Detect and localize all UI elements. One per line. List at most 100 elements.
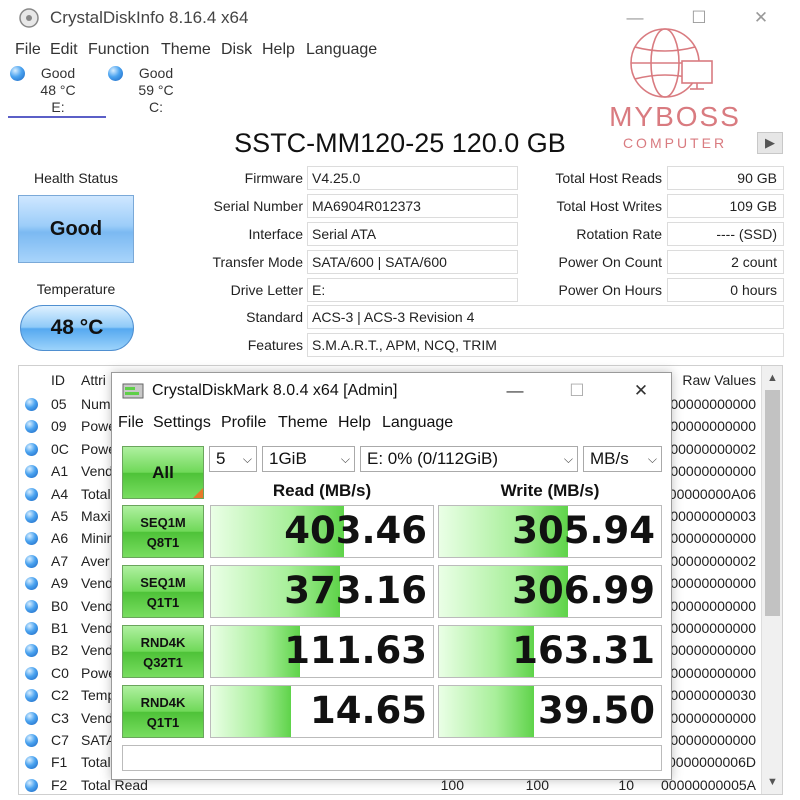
- read-result-2: 373.16: [210, 565, 434, 618]
- selected-tab-indicator: [8, 116, 106, 118]
- test-queue-label: Q32T1: [143, 655, 183, 670]
- cdi-window-title: CrystalDiskInfo 8.16.4 x64: [50, 8, 249, 27]
- run-test-button-4[interactable]: RND4K Q1T1: [122, 685, 204, 738]
- cdi-menu-theme[interactable]: Theme: [161, 41, 211, 59]
- crystaldiskmark-window: CrystalDiskMark 8.0.4 x64 [Admin] — ☐ ✕ …: [111, 372, 672, 780]
- read-speed-value: 111.63: [284, 629, 427, 672]
- read-result-1: 403.46: [210, 505, 434, 558]
- test-queue-label: Q1T1: [146, 595, 180, 610]
- smart-id: 09: [51, 418, 67, 435]
- unit-select[interactable]: MB/s ⌵: [583, 446, 662, 472]
- health-status-label: Health Status: [33, 170, 119, 186]
- read-column-header: Read (MB/s): [272, 481, 372, 500]
- run-all-label: All: [152, 463, 174, 482]
- cdi-menu-file[interactable]: File: [15, 41, 41, 59]
- cdm-menu-settings[interactable]: Settings: [153, 414, 211, 432]
- disk-tab-letter: C:: [149, 99, 163, 115]
- cdm-minimize-button[interactable]: —: [500, 379, 530, 403]
- status-good-icon: [25, 711, 38, 725]
- disk-tab-temp: 48 °C: [40, 82, 76, 98]
- chevron-down-icon: ⌵: [340, 452, 350, 466]
- status-good-icon: [25, 465, 38, 479]
- cdm-menu-file[interactable]: File: [118, 414, 144, 432]
- cdm-menubar: File Settings Profile Theme Help Languag…: [112, 413, 671, 435]
- test-size-select[interactable]: 1GiB ⌵: [262, 446, 355, 472]
- status-good-icon: [25, 510, 38, 523]
- features-label: Features: [247, 337, 303, 353]
- cdm-maximize-button[interactable]: ☐: [562, 379, 592, 403]
- cdm-menu-help[interactable]: Help: [338, 414, 371, 432]
- write-result-3: 163.31: [438, 625, 662, 678]
- features-value: S.M.A.R.T., APM, NCQ, TRIM: [307, 333, 784, 357]
- column-header-id[interactable]: ID: [51, 372, 65, 388]
- chevron-down-icon: ⌵: [242, 452, 252, 466]
- target-drive-value: E: 0% (0/112GiB): [367, 449, 499, 468]
- status-good-icon: [25, 599, 38, 613]
- write-speed-value: 39.50: [537, 689, 655, 732]
- health-status-button[interactable]: Good: [18, 195, 134, 263]
- target-drive-select[interactable]: E: 0% (0/112GiB) ⌵: [360, 446, 578, 472]
- write-speed-bar: [439, 686, 535, 737]
- smart-id: C2: [51, 687, 69, 704]
- smart-scrollbar[interactable]: ▲ ▼: [761, 366, 782, 794]
- run-test-button-2[interactable]: SEQ1M Q1T1: [122, 565, 204, 618]
- temperature-label: Temperature: [36, 281, 116, 297]
- read-speed-bar: [211, 686, 291, 737]
- logo-wordmark: MYBOSS: [609, 101, 741, 132]
- test-type-label: RND4K: [140, 695, 186, 710]
- firmware-value: V4.25.0: [307, 166, 518, 190]
- smart-id: B1: [51, 620, 69, 636]
- myboss-logo: MYBOSS COMPUTER: [590, 25, 760, 155]
- smart-id: A9: [51, 575, 69, 592]
- total-host-reads-value: 90 GB: [667, 166, 784, 190]
- smart-id: A4: [51, 485, 69, 502]
- run-test-button-3[interactable]: RND4K Q32T1: [122, 625, 204, 678]
- standard-label: Standard: [246, 309, 303, 325]
- scroll-up-icon[interactable]: ▲: [762, 368, 782, 388]
- smart-id: B0: [51, 597, 69, 614]
- disk-tab-c[interactable]: Good 59 °C C:: [106, 62, 196, 118]
- interface-label: Interface: [248, 226, 303, 242]
- transfer-mode-value: SATA/600 | SATA/600: [307, 250, 518, 274]
- total-host-writes-label: Total Host Writes: [556, 198, 662, 214]
- interface-value: Serial ATA: [307, 222, 518, 246]
- status-good-icon: [25, 532, 38, 546]
- run-all-button[interactable]: All: [122, 446, 204, 499]
- power-on-hours-label: Power On Hours: [558, 282, 662, 298]
- test-count-select[interactable]: 5 ⌵: [209, 446, 257, 472]
- unit-value: MB/s: [590, 449, 629, 468]
- cdm-menu-theme[interactable]: Theme: [278, 414, 328, 432]
- disk-tab-temp: 59 °C: [138, 82, 174, 98]
- temperature-button[interactable]: 48 °C: [20, 305, 134, 351]
- cdi-menu-edit[interactable]: Edit: [50, 41, 78, 59]
- run-test-button-1[interactable]: SEQ1M Q8T1: [122, 505, 204, 558]
- globe-monitor-icon: [630, 28, 713, 98]
- read-speed-value: 373.16: [284, 569, 427, 612]
- cdi-menu-help[interactable]: Help: [262, 41, 295, 59]
- cdm-menu-profile[interactable]: Profile: [221, 414, 266, 432]
- test-type-label: SEQ1M: [140, 575, 186, 590]
- disk-tab-e[interactable]: Good 48 °C E:: [8, 62, 98, 118]
- scroll-thumb[interactable]: [765, 390, 780, 616]
- status-good-icon: [10, 66, 25, 81]
- scroll-down-icon[interactable]: ▼: [762, 772, 782, 792]
- smart-id: C0: [51, 664, 69, 681]
- cdi-menu-disk[interactable]: Disk: [221, 41, 252, 59]
- write-speed-value: 305.94: [512, 509, 655, 552]
- rotation-rate-value: ---- (SSD): [667, 222, 784, 246]
- chevron-down-icon: ⌵: [563, 452, 573, 466]
- cdm-close-button[interactable]: ✕: [626, 379, 656, 403]
- cdm-window-title: CrystalDiskMark 8.0.4 x64 [Admin]: [152, 382, 398, 399]
- status-good-icon: [25, 442, 38, 456]
- next-disk-button[interactable]: ▶: [757, 132, 783, 154]
- cdm-menu-language[interactable]: Language: [382, 414, 453, 432]
- drive-title: SSTC-MM120-25 120.0 GB: [234, 128, 566, 158]
- cdi-menu-language[interactable]: Language: [306, 41, 377, 59]
- cdi-menu-function[interactable]: Function: [88, 41, 149, 59]
- comment-input[interactable]: [122, 745, 662, 771]
- total-host-reads-label: Total Host Reads: [555, 170, 662, 186]
- status-good-icon: [25, 554, 38, 568]
- column-header-attribute[interactable]: Attri: [81, 372, 106, 388]
- status-good-icon: [25, 398, 38, 411]
- test-count-value: 5: [216, 449, 226, 468]
